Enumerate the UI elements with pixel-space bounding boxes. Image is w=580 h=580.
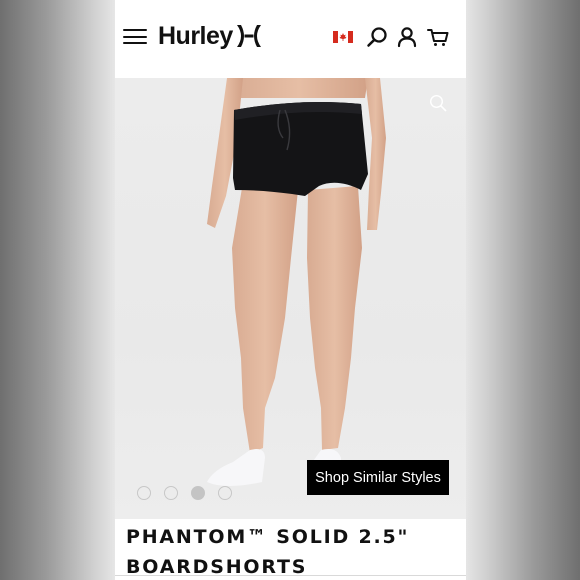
user-icon[interactable] [395, 25, 419, 49]
brand-logo[interactable]: Hurley [158, 19, 262, 53]
brand-name: Hurley [158, 21, 233, 50]
model-photo [207, 78, 386, 486]
product-title: PHANTOM™ SOLID 2.5" BOARDSHORTS [126, 526, 410, 578]
gallery-dot-active[interactable] [191, 486, 205, 500]
zoom-icon[interactable] [429, 94, 447, 112]
canada-flag-icon[interactable] [331, 25, 355, 49]
divider [115, 575, 466, 576]
gallery-dots [137, 486, 232, 500]
gallery-dot[interactable] [164, 486, 178, 500]
cart-icon[interactable] [426, 25, 450, 49]
shop-similar-styles-button[interactable]: Shop Similar Styles [307, 460, 449, 495]
hurley-mark-icon [236, 25, 261, 47]
product-page: Hurley Shop Similar Styles PHANTOM™ SOLI… [115, 0, 466, 580]
hamburger-menu-icon[interactable] [123, 29, 147, 45]
product-image[interactable]: Shop Similar Styles [115, 78, 466, 519]
site-header: Hurley [115, 0, 466, 78]
gallery-dot[interactable] [218, 486, 232, 500]
gallery-dot[interactable] [137, 486, 151, 500]
search-icon[interactable] [365, 25, 389, 49]
